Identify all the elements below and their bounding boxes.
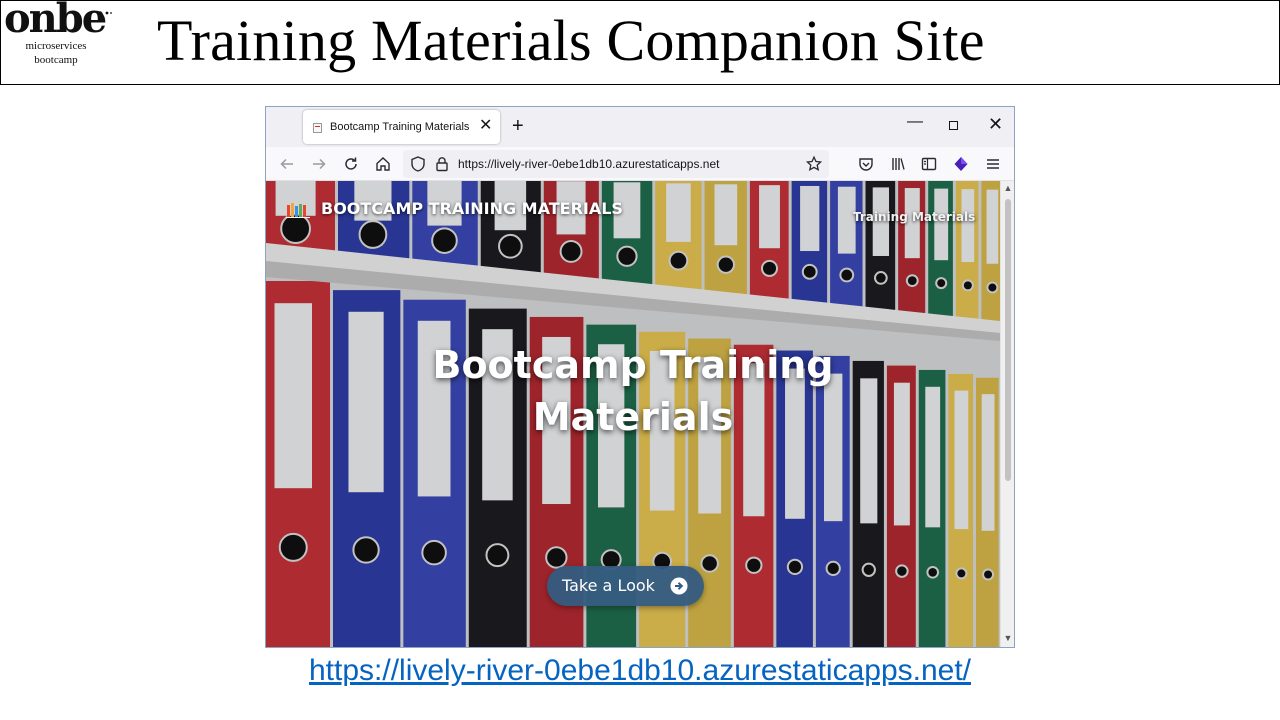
- tab-strip: Bootcamp Training Materials ✕ + — ✕: [266, 107, 1014, 147]
- reload-icon[interactable]: [342, 155, 360, 173]
- browser-window: Bootcamp Training Materials ✕ + — ✕ http…: [265, 106, 1015, 648]
- page-favicon-icon: [313, 123, 322, 133]
- hero-title-line1: Bootcamp Training: [432, 343, 834, 387]
- nav-link-training-materials[interactable]: Training Materials: [853, 210, 975, 224]
- site-brand[interactable]: BOOTCAMP TRAINING MATERIALS: [321, 199, 623, 218]
- url-text: https://lively-river-0ebe1db10.azurestat…: [458, 157, 720, 171]
- shield-icon[interactable]: [409, 155, 427, 173]
- star-icon[interactable]: [805, 155, 823, 173]
- home-icon[interactable]: [374, 155, 392, 173]
- slide-title: Training Materials Companion Site: [157, 8, 985, 73]
- logo-dots-icon: [97, 11, 112, 17]
- minimize-icon[interactable]: —: [907, 113, 923, 131]
- forward-arrow-icon[interactable]: [310, 155, 328, 173]
- lock-icon[interactable]: [433, 155, 451, 173]
- take-a-look-button[interactable]: Take a Look: [547, 566, 704, 606]
- hero-title-line2: Materials: [532, 395, 734, 439]
- scroll-up-icon[interactable]: ▲: [1003, 183, 1013, 193]
- cta-label: Take a Look: [562, 576, 655, 595]
- web-page-viewport: BOOTCAMP TRAINING MATERIALS Training Mat…: [266, 181, 1000, 647]
- logo-wordmark: onbe: [4, 0, 107, 42]
- vertical-scrollbar[interactable]: ▲ ▼: [1000, 181, 1014, 647]
- slide-header: onbe microservices bootcamp Training Mat…: [0, 0, 1280, 85]
- logo-subtitle-line1: microservices: [25, 40, 87, 52]
- library-icon[interactable]: [889, 155, 907, 173]
- hamburger-menu-icon[interactable]: [984, 155, 1002, 173]
- scroll-down-icon[interactable]: ▼: [1003, 633, 1013, 643]
- window-close-icon[interactable]: ✕: [988, 115, 1003, 133]
- books-icon: [286, 203, 310, 218]
- logo-subtitle-line2: bootcamp: [34, 54, 78, 66]
- url-bar[interactable]: https://lively-river-0ebe1db10.azurestat…: [403, 150, 829, 178]
- extension-icon[interactable]: [952, 155, 970, 173]
- navigation-toolbar: https://lively-river-0ebe1db10.azurestat…: [266, 147, 1014, 181]
- hero-title: Bootcamp Training Materials: [383, 339, 883, 443]
- back-arrow-icon[interactable]: [278, 155, 296, 173]
- companion-site-link[interactable]: https://lively-river-0ebe1db10.azurestat…: [0, 654, 1280, 688]
- maximize-icon[interactable]: [949, 121, 958, 130]
- tab-close-icon[interactable]: ✕: [479, 118, 492, 134]
- onbe-logo: onbe microservices bootcamp: [4, 0, 122, 81]
- pocket-icon[interactable]: [857, 155, 875, 173]
- new-tab-plus-icon[interactable]: +: [512, 116, 524, 136]
- browser-tab[interactable]: Bootcamp Training Materials ✕: [303, 110, 500, 144]
- sidebar-icon[interactable]: [920, 155, 938, 173]
- tab-title: Bootcamp Training Materials: [330, 121, 470, 133]
- arrow-circle-right-icon: [670, 577, 688, 595]
- scrollbar-thumb[interactable]: [1005, 199, 1011, 481]
